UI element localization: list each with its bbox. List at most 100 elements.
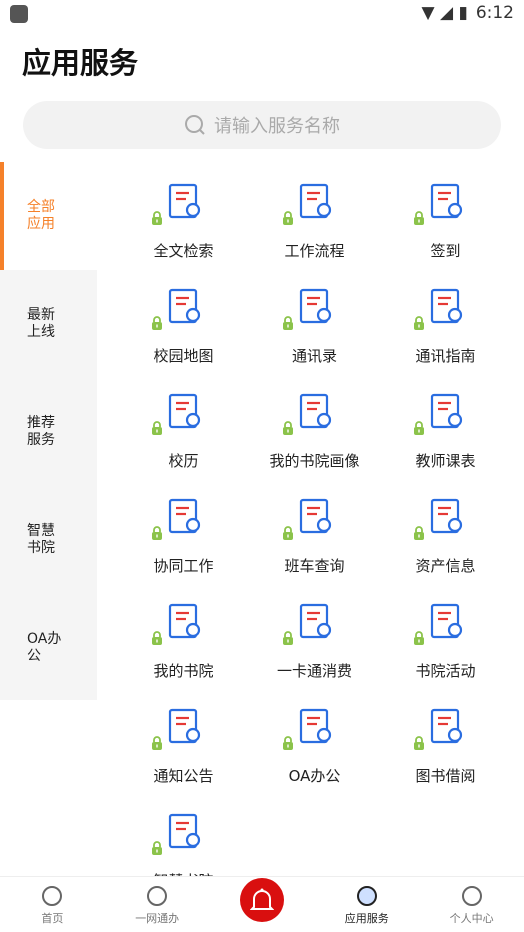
service-item[interactable]: 全文检索 [118, 178, 249, 283]
person-icon [461, 886, 482, 906]
service-label: 全文检索 [153, 242, 214, 260]
service-item[interactable]: OA办公 [249, 703, 380, 808]
service-label: 一卡通消费 [276, 662, 352, 680]
hexagon-y-icon [147, 886, 168, 906]
service-item[interactable]: 班车查询 [249, 493, 380, 598]
search-input[interactable]: 请输入服务名称 [23, 101, 501, 149]
service-item[interactable]: 我的书院 [118, 598, 249, 703]
services-grid: 全文检索 工作流程 签到校园地图 通讯录 通讯指南校历 我的书院画像 教师课表协同工作 班车查… [118, 178, 510, 876]
service-item[interactable]: 通讯录 [249, 283, 380, 388]
nav-label: 个人中心 [449, 912, 494, 925]
service-item[interactable]: 智慧书院 [118, 808, 249, 876]
nav-item[interactable]: 首页 [0, 877, 105, 932]
service-item[interactable]: 一卡通消费 [249, 598, 380, 703]
service-item[interactable]: 校园地图 [118, 283, 249, 388]
lock-icon [152, 631, 162, 645]
nav-label: 应用服务 [344, 912, 389, 925]
service-label: 书院活动 [415, 662, 476, 680]
envelope-icon [299, 708, 331, 744]
service-item[interactable]: 签到 [380, 178, 510, 283]
category-sidebar: 全部 应用 最新 上线 推荐 服务 智慧 书院 OA办 公 [0, 162, 97, 700]
schedule-bell-icon [430, 393, 462, 429]
service-label: 班车查询 [284, 557, 345, 575]
lock-icon [152, 736, 162, 750]
trophy-icon [168, 813, 200, 849]
lock-icon [283, 526, 293, 540]
clock: 6:12 [475, 3, 514, 23]
service-item[interactable]: 教师课表 [380, 388, 510, 493]
lock-icon [283, 316, 293, 330]
service-label: 工作流程 [284, 242, 345, 260]
sidebar-item[interactable]: 智慧 书院 [0, 486, 97, 594]
nav-item[interactable]: 一网通办 [105, 877, 210, 932]
bell-icon[interactable] [239, 878, 284, 922]
service-item[interactable]: 我的书院画像 [249, 388, 380, 493]
service-label: 签到 [430, 242, 461, 260]
lock-icon [414, 421, 424, 435]
nav-item[interactable]: 应用服务 [314, 877, 419, 932]
service-item[interactable]: 资产信息 [380, 493, 510, 598]
megaphone-icon [168, 708, 200, 744]
calendar-clock-icon [168, 393, 200, 429]
nav-label: 首页 [41, 912, 64, 925]
assets-icon [430, 498, 462, 534]
lock-icon [283, 421, 293, 435]
sidebar-item[interactable]: 全部 应用 [0, 162, 97, 270]
nav-label: 一网通办 [135, 912, 180, 925]
lock-icon [414, 316, 424, 330]
lock-icon [414, 211, 424, 225]
service-label: 教师课表 [415, 452, 476, 470]
service-item[interactable]: 图书借阅 [380, 703, 510, 808]
contacts-icon [299, 288, 331, 324]
building-icon [168, 603, 200, 639]
status-bar: ▼ ◢ ▮ 6:12 [0, 0, 524, 28]
card-machine-icon [299, 603, 331, 639]
lock-icon [152, 211, 162, 225]
collaboration-icon [168, 498, 200, 534]
service-label: 我的书院画像 [269, 452, 360, 470]
nav-item[interactable]: 个人中心 [419, 877, 524, 932]
sidebar-item[interactable]: OA办 公 [0, 594, 97, 702]
signal-icons: ▼ ◢ ▮ [421, 3, 468, 23]
lock-icon [414, 736, 424, 750]
service-label: 图书借阅 [415, 767, 476, 785]
service-item[interactable]: 书院活动 [380, 598, 510, 703]
workflow-icon [299, 183, 331, 219]
service-label: 通讯指南 [415, 347, 476, 365]
service-item[interactable]: 通知公告 [118, 703, 249, 808]
search-placeholder: 请输入服务名称 [214, 116, 340, 137]
lock-icon [414, 631, 424, 645]
service-label: 通知公告 [153, 767, 214, 785]
lock-icon [152, 526, 162, 540]
lock-icon [152, 421, 162, 435]
service-item[interactable]: 通讯指南 [380, 283, 510, 388]
globe-map-icon [168, 288, 200, 324]
sidebar-item[interactable]: 最新 上线 [0, 270, 97, 378]
bottom-nav: 首页 一网通办 应用服务 个人中心 [0, 876, 524, 932]
phone-icon [430, 288, 462, 324]
lock-icon [283, 631, 293, 645]
service-label: 校园地图 [153, 347, 214, 365]
service-label: OA办公 [288, 767, 341, 785]
service-label: 资产信息 [415, 557, 476, 575]
page-title: 应用服务 [22, 46, 139, 80]
service-item[interactable]: 校历 [118, 388, 249, 493]
service-label: 协同工作 [153, 557, 214, 575]
app-services-icon [356, 886, 377, 906]
service-item[interactable]: 协同工作 [118, 493, 249, 598]
lock-icon [283, 736, 293, 750]
bus-icon [299, 498, 331, 534]
lock-icon [414, 526, 424, 540]
sidebar-item[interactable]: 推荐 服务 [0, 378, 97, 486]
lock-icon [152, 316, 162, 330]
service-label: 通讯录 [291, 347, 337, 365]
home-icon [42, 886, 63, 906]
nav-item[interactable] [210, 877, 315, 932]
service-item[interactable]: 工作流程 [249, 178, 380, 283]
monitor-chart-icon [299, 393, 331, 429]
service-label: 我的书院 [153, 662, 214, 680]
lock-icon [152, 841, 162, 855]
service-label: 校历 [168, 452, 199, 470]
notification-icon [10, 5, 28, 23]
book-icon [430, 708, 462, 744]
